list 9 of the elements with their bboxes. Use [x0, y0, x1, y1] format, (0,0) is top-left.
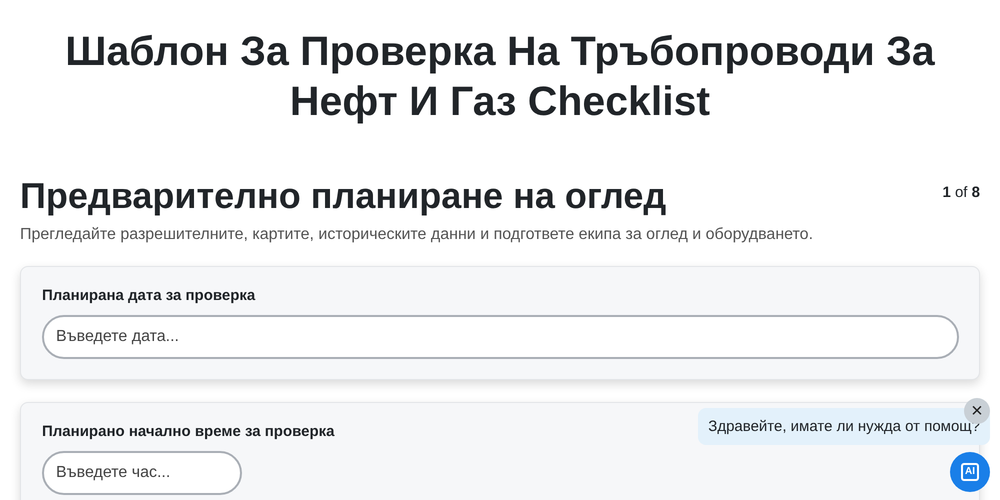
section-heading: Предварително планиране на оглед [20, 174, 666, 218]
page-counter: 1 of 8 [942, 184, 980, 201]
close-button[interactable]: × [964, 398, 990, 424]
field-label: Планирана дата за проверка [42, 287, 256, 304]
section-description: Прегледайте разрешителните, картите, историческите данни и подгответе екипа за оглед и оборудването. [20, 226, 814, 244]
input-field[interactable]: Въведете дата... [42, 315, 959, 359]
field-label: Планирано начално време за проверка [42, 423, 334, 440]
input-field[interactable]: Въведете час... [42, 451, 242, 495]
page-title: Шаблон За Проверка На Тръбопроводи За Нефт И Газ Checklist [64, 27, 936, 126]
